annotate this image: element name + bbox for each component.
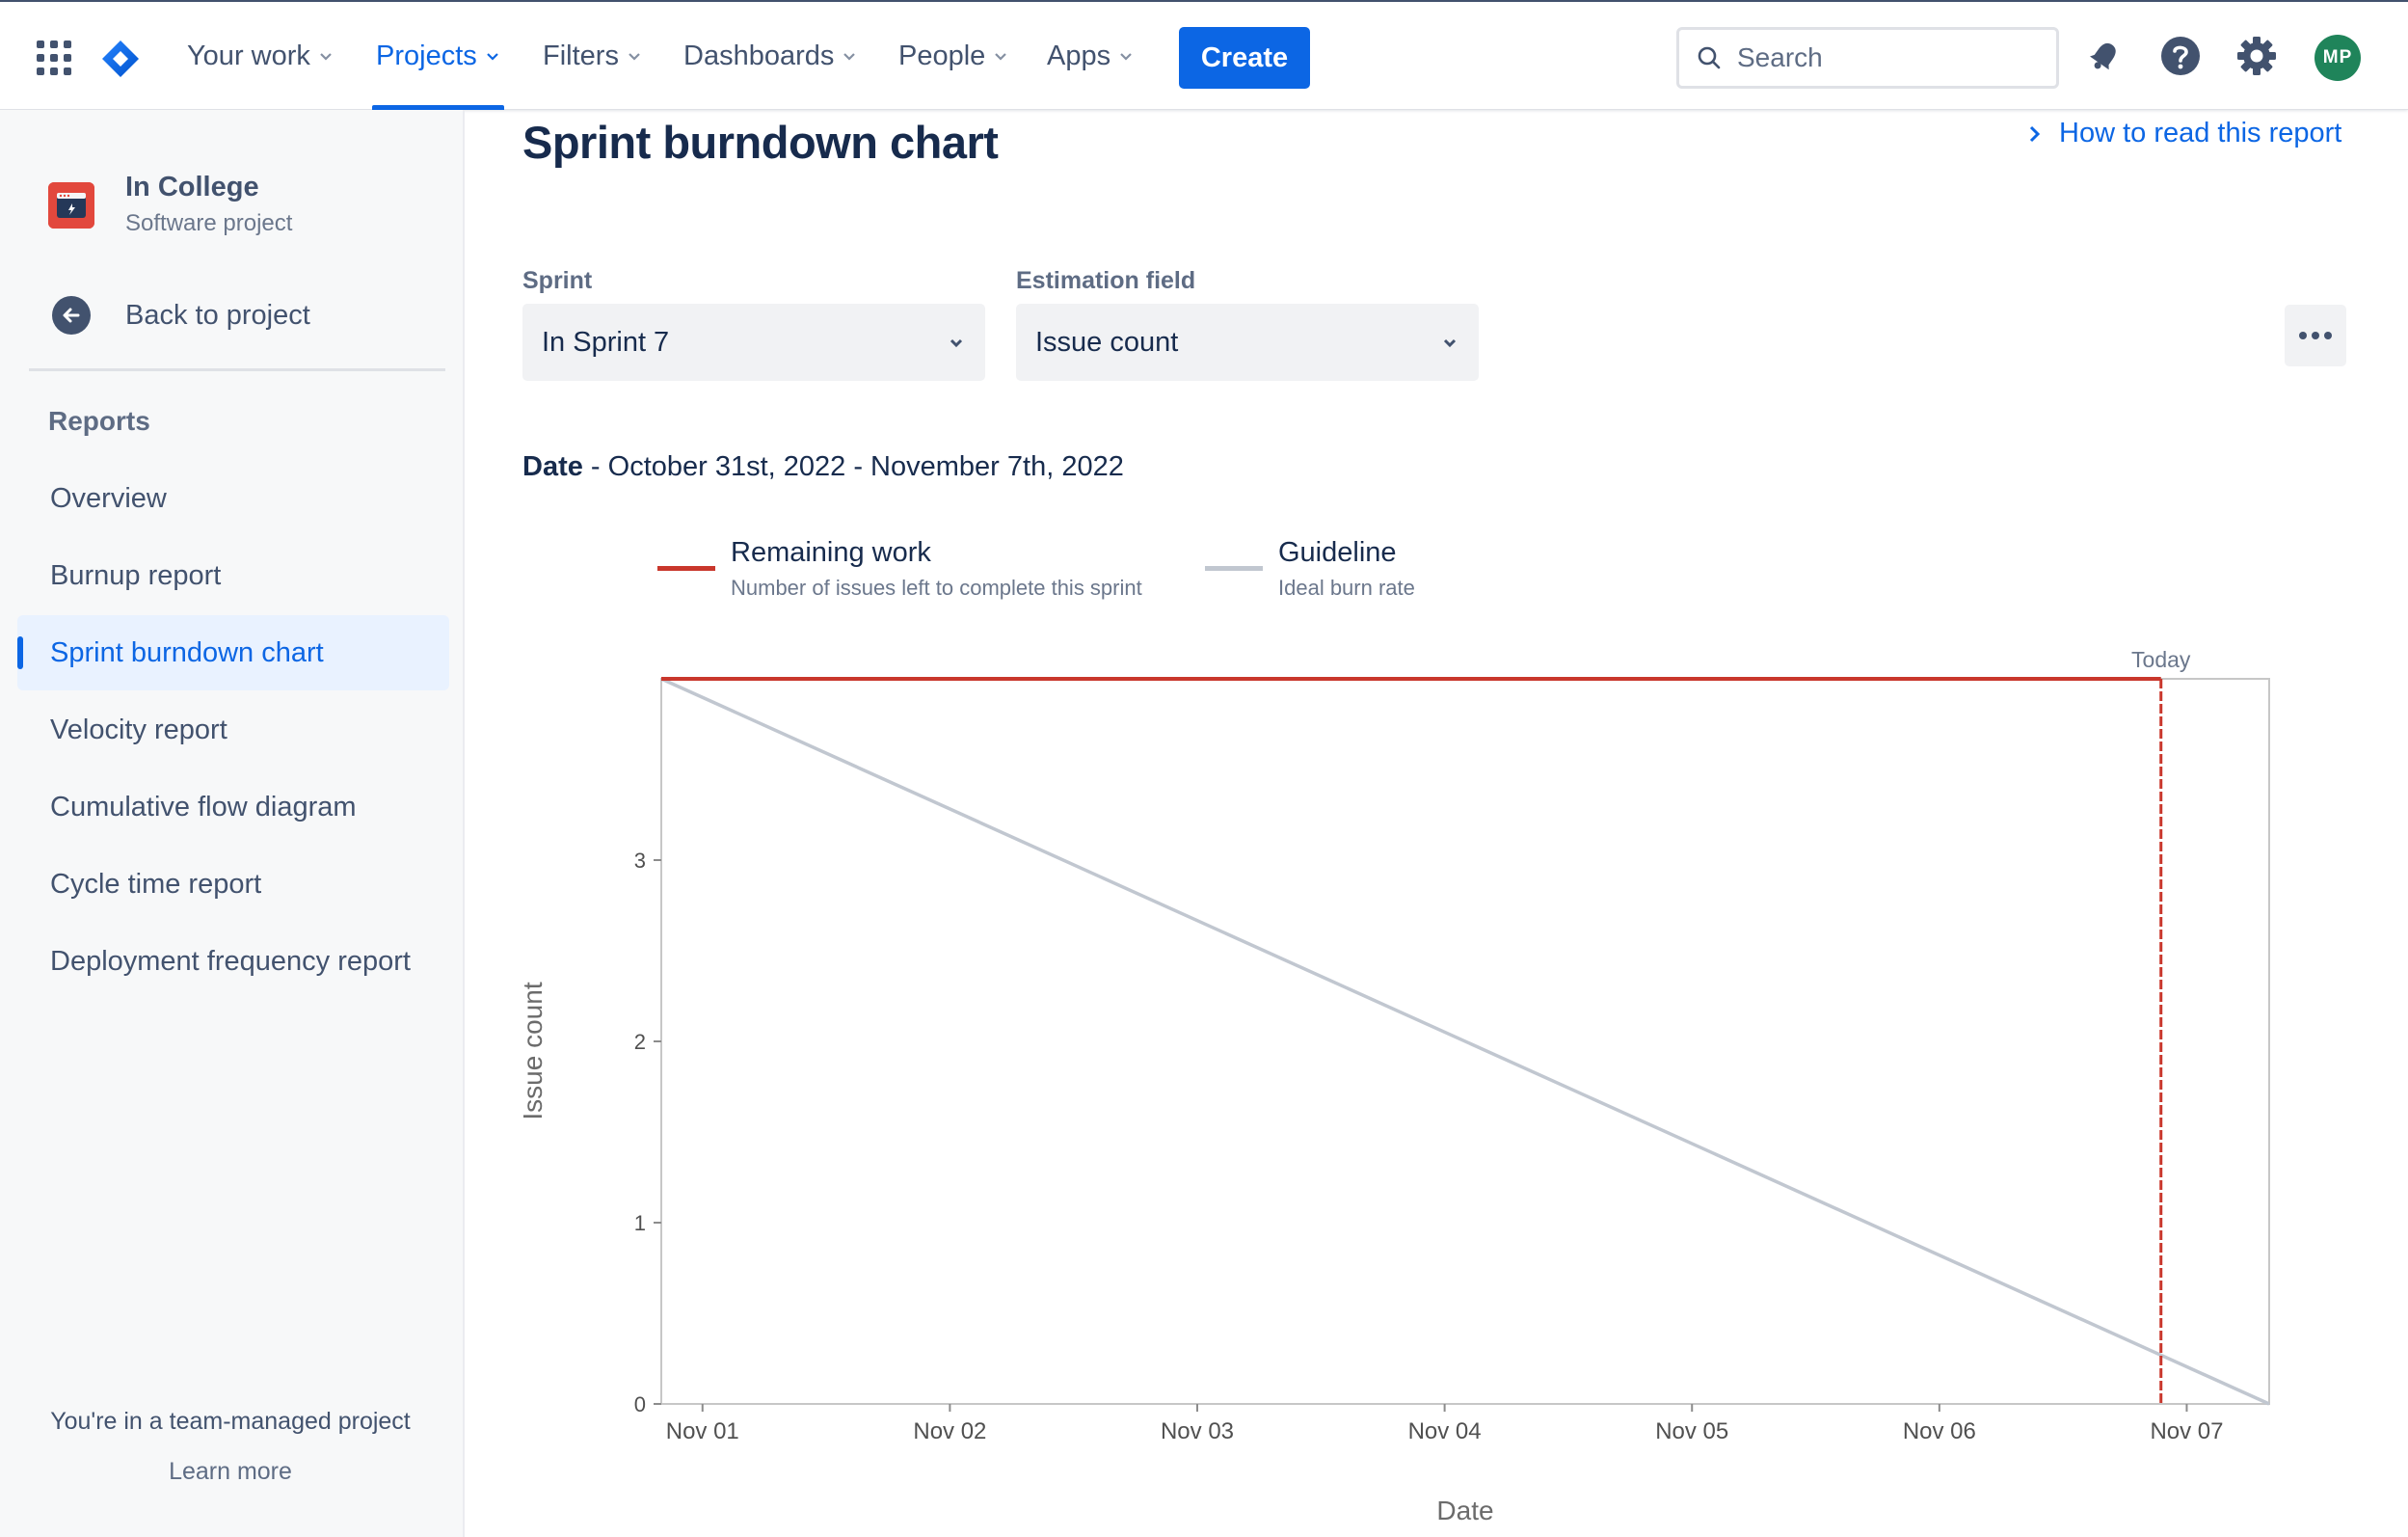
y-tick-label: 1 bbox=[634, 1211, 646, 1235]
nav-your-work-label: Your work bbox=[187, 40, 310, 71]
y-tick-label: 0 bbox=[634, 1392, 646, 1416]
nav-dashboards-label: Dashboards bbox=[683, 40, 835, 71]
gear-icon bbox=[2237, 37, 2276, 75]
more-actions-button[interactable] bbox=[2285, 305, 2346, 366]
legend-title-guideline: Guideline bbox=[1278, 537, 1397, 568]
sprint-date-range: Date - October 31st, 2022 - November 7th… bbox=[522, 451, 1124, 483]
x-tick-label: Nov 04 bbox=[1408, 1418, 1482, 1444]
search-input[interactable] bbox=[1737, 42, 2026, 73]
date-range-value: - October 31st, 2022 - November 7th, 202… bbox=[582, 451, 1124, 482]
app-switcher-icon[interactable] bbox=[37, 40, 71, 75]
notifications-icon[interactable] bbox=[2083, 35, 2126, 77]
x-tick-label: Nov 03 bbox=[1161, 1418, 1234, 1444]
bell-icon bbox=[2090, 42, 2116, 70]
nav-apps-label: Apps bbox=[1047, 40, 1111, 71]
nav-your-work[interactable]: Your work bbox=[187, 2, 334, 110]
more-dot bbox=[2324, 332, 2332, 339]
y-tick-label: 2 bbox=[634, 1030, 646, 1054]
nav-projects[interactable]: Projects bbox=[372, 2, 504, 110]
nav-projects-label: Projects bbox=[376, 40, 477, 71]
how-to-read-label: How to read this report bbox=[2059, 118, 2342, 148]
more-dot bbox=[2312, 332, 2319, 339]
user-avatar[interactable]: MP bbox=[2314, 35, 2361, 81]
legend-swatch-guideline bbox=[1205, 566, 1263, 571]
sidebar: In College Software project Back to proj… bbox=[0, 110, 465, 1537]
chevron-down-icon bbox=[1120, 53, 1132, 61]
sprint-label: Sprint bbox=[522, 267, 593, 294]
chevron-right-icon bbox=[2029, 125, 2041, 142]
jira-logo-icon[interactable] bbox=[100, 39, 141, 79]
search-icon bbox=[1698, 46, 1721, 69]
legend-desc-guideline: Ideal burn rate bbox=[1278, 576, 1415, 600]
nav-filters-label: Filters bbox=[543, 40, 619, 71]
sprint-select-value: In Sprint 7 bbox=[542, 326, 670, 358]
burndown-chart: 0 1 2 3 Nov 01 Nov 02 Nov 03 Nov 04 Nov 05 Nov 06… bbox=[518, 647, 2270, 1525]
estimation-field-value: Issue count bbox=[1035, 326, 1179, 358]
date-label: Date bbox=[522, 451, 583, 482]
nav-filters[interactable]: Filters bbox=[543, 2, 642, 110]
x-axis-title: Date bbox=[1436, 1496, 1493, 1525]
chevron-down-icon bbox=[320, 53, 332, 61]
create-button[interactable]: Create bbox=[1179, 27, 1310, 89]
legend-title-remaining-work: Remaining work bbox=[731, 537, 931, 568]
sidebar-item-sprint-burndown-chart[interactable]: Sprint burndown chart bbox=[17, 615, 449, 690]
reports-heading: Reports bbox=[48, 406, 150, 436]
chevron-down-icon bbox=[629, 53, 640, 61]
nav-people-label: People bbox=[898, 40, 986, 71]
x-tick-label: Nov 07 bbox=[2150, 1418, 2223, 1444]
team-managed-notice: You're in a team-managed project bbox=[50, 1408, 411, 1435]
sidebar-item-cumulative-flow-diagram[interactable]: Cumulative flow diagram bbox=[17, 769, 449, 845]
x-tick-label: Nov 06 bbox=[1903, 1418, 1976, 1444]
arrow-left-icon bbox=[52, 296, 91, 335]
help-icon[interactable] bbox=[2159, 35, 2202, 77]
chevron-down-icon bbox=[843, 53, 856, 61]
settings-icon[interactable] bbox=[2235, 35, 2278, 77]
question-mark-icon bbox=[2161, 37, 2200, 75]
sidebar-item-burnup-report[interactable]: Burnup report bbox=[17, 538, 449, 613]
chevron-down-icon bbox=[486, 53, 498, 61]
nav-people[interactable]: People bbox=[898, 2, 1008, 110]
top-navigation: Your work Projects Filters Dashboards Pe… bbox=[0, 0, 2408, 110]
sprint-select[interactable]: In Sprint 7 bbox=[522, 304, 985, 381]
nav-apps[interactable]: Apps bbox=[1047, 2, 1134, 110]
x-tick-label: Nov 05 bbox=[1655, 1418, 1728, 1444]
nav-dashboards[interactable]: Dashboards bbox=[683, 2, 857, 110]
project-name: In College bbox=[125, 172, 259, 202]
back-to-project-button[interactable]: Back to project bbox=[17, 283, 446, 347]
legend-swatch-remaining-work bbox=[657, 566, 715, 571]
sidebar-item-cycle-time-report[interactable]: Cycle time report bbox=[17, 847, 449, 922]
y-axis-title: Issue count bbox=[518, 982, 548, 1119]
chevron-down-icon bbox=[950, 338, 963, 348]
sidebar-item-deployment-frequency-report[interactable]: Deployment frequency report bbox=[17, 924, 449, 999]
search-field[interactable] bbox=[1676, 27, 2059, 89]
sidebar-item-velocity-report[interactable]: Velocity report bbox=[17, 692, 449, 768]
more-dot bbox=[2299, 332, 2307, 339]
legend-desc-remaining-work: Number of issues left to complete this s… bbox=[731, 576, 1142, 600]
x-tick-label: Nov 01 bbox=[666, 1418, 739, 1444]
series-line-guideline bbox=[660, 677, 2270, 1406]
sidebar-item-overview[interactable]: Overview bbox=[17, 461, 449, 536]
today-label: Today bbox=[2131, 647, 2191, 672]
page-title: Sprint burndown chart bbox=[522, 117, 999, 168]
back-to-project-label: Back to project bbox=[125, 299, 310, 331]
y-tick-label: 3 bbox=[634, 849, 646, 873]
project-avatar-icon bbox=[48, 182, 94, 229]
sidebar-divider bbox=[29, 368, 445, 371]
learn-more-link[interactable]: Learn more bbox=[0, 1458, 461, 1486]
project-type: Software project bbox=[125, 210, 293, 236]
chevron-down-icon bbox=[1443, 338, 1457, 348]
how-to-read-link[interactable]: How to read this report bbox=[2028, 118, 2341, 149]
estimation-field-label: Estimation field bbox=[1016, 267, 1196, 294]
estimation-field-select[interactable]: Issue count bbox=[1016, 304, 1479, 381]
x-tick-label: Nov 02 bbox=[913, 1418, 986, 1444]
chevron-down-icon bbox=[995, 53, 1007, 61]
